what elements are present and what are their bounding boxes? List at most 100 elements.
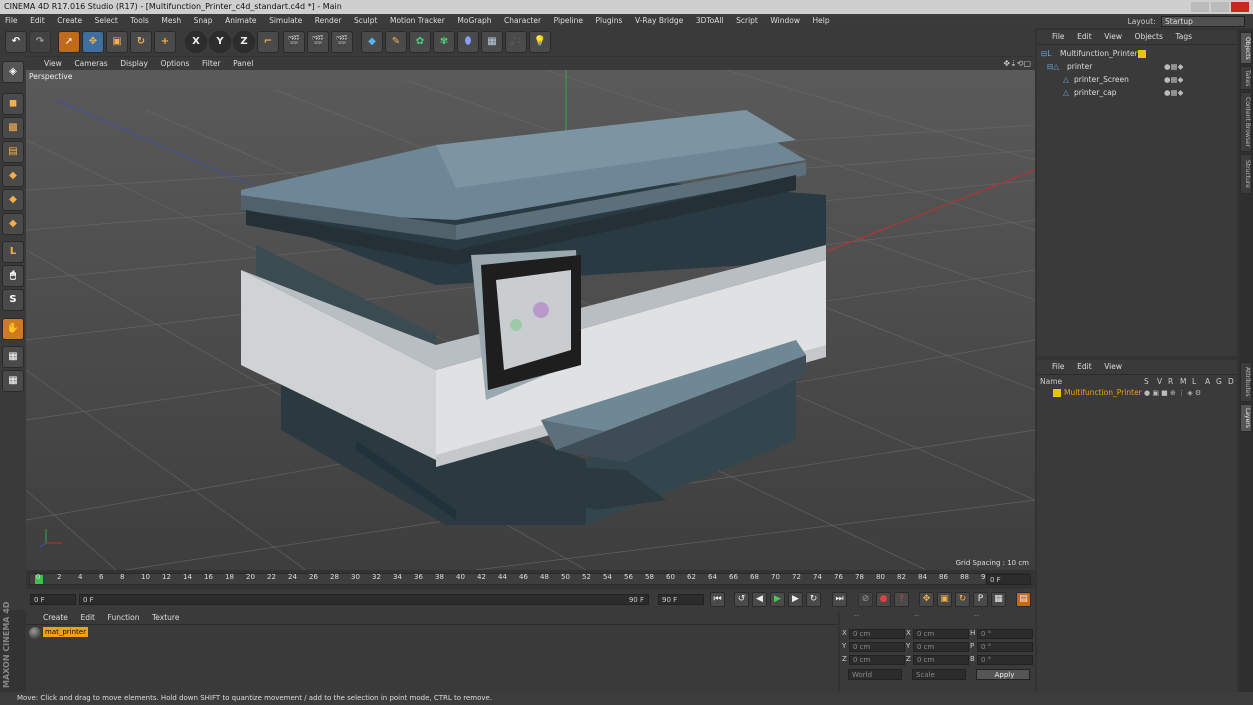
layer-menu-file[interactable]: File [1047,360,1070,374]
position-z-field[interactable]: 0 cm [849,655,905,665]
rotation-b-field[interactable]: 0 ° [977,655,1033,665]
key-rotation-icon[interactable]: ↻ [955,592,970,607]
scale-dropdown[interactable]: Scale [912,669,966,680]
layer-toggle-icons[interactable]: ● ▣ ■ ⊕ ⋮ ◈ ⚙ [1144,387,1201,399]
3d-viewport[interactable]: Perspective Grid Spacing : 10 cm [26,70,1035,570]
viewport-menu-filter[interactable]: Filter [197,57,226,70]
apply-button[interactable]: Apply [976,669,1030,680]
coordinate-system-icon[interactable]: ⌐ [257,31,279,53]
object-name[interactable]: printer_cap [1074,87,1117,99]
menu-animate[interactable]: Animate [220,14,261,28]
layer-menu-view[interactable]: View [1099,360,1127,374]
object-row-printer-cap[interactable]: △ printer_cap ●▦◆ [1037,87,1237,99]
menu-help[interactable]: Help [808,14,835,28]
live-selection-icon[interactable]: ➚ [58,31,80,53]
object-name[interactable]: Multifunction_Printer [1060,48,1138,60]
object-menu-file[interactable]: File [1047,30,1070,44]
layer-row[interactable]: Multifunction_Printer ● ▣ ■ ⊕ ⋮ ◈ ⚙ [1037,387,1237,399]
object-menu-tags[interactable]: Tags [1170,30,1197,44]
viewport-nav-icons[interactable]: ✥⇣⟲▢ [1003,57,1031,70]
size-x-field[interactable]: 0 cm [913,629,969,639]
next-keyframe-icon[interactable]: ↻ [806,592,821,607]
rotation-h-field[interactable]: 0 ° [977,629,1033,639]
key-position-icon[interactable]: ✥ [919,592,934,607]
edges-mode-icon[interactable]: ◆ [2,189,24,211]
position-y-field[interactable]: 0 cm [849,642,905,652]
render-settings-icon[interactable]: 🎬 [331,31,353,53]
viewport-menu-display[interactable]: Display [115,57,153,70]
next-frame-icon[interactable]: ▶ [788,592,803,607]
undo-icon[interactable]: ↶ [5,31,27,53]
menu-file[interactable]: File [0,14,23,28]
size-y-field[interactable]: 0 cm [913,642,969,652]
menu-vray-bridge[interactable]: V-Ray Bridge [630,14,688,28]
material-menu-function[interactable]: Function [103,610,145,625]
tab-content-browser[interactable]: Content Browser [1240,92,1252,152]
menu-select[interactable]: Select [90,14,123,28]
scale-tool-icon[interactable]: ▣ [106,31,128,53]
start-frame-field[interactable]: 0 F [30,594,76,605]
viewport-menu-options[interactable]: Options [155,57,194,70]
frame-range-slider[interactable]: 0 F 90 F [79,594,649,605]
menu-plugins[interactable]: Plugins [591,14,628,28]
make-editable-icon[interactable]: ◈ [2,61,24,83]
object-name[interactable]: printer [1067,61,1092,73]
material-menu-create[interactable]: Create [38,610,73,625]
menu-window[interactable]: Window [765,14,805,28]
object-row-printer-screen[interactable]: △ printer_Screen ●▦◆ [1037,74,1237,86]
menu-snap[interactable]: Snap [189,14,218,28]
layer-name[interactable]: Multifunction_Printer [1064,387,1142,399]
menu-character[interactable]: Character [499,14,546,28]
tab-objects[interactable]: Objects [1240,32,1252,64]
object-menu-edit[interactable]: Edit [1072,30,1097,44]
menu-create[interactable]: Create [52,14,87,28]
timeline[interactable]: 0 2 4 6 8 10 12 14 16 18 20 22 24 26 28 30 32 34 36 38 40 42 4… [26,570,1035,589]
camera-icon[interactable]: 🎥 [505,31,527,53]
rotate-tool-icon[interactable]: ↻ [130,31,152,53]
object-menu-view[interactable]: View [1099,30,1127,44]
tab-layers[interactable]: Layers [1240,404,1252,432]
menu-render[interactable]: Render [310,14,347,28]
menu-script[interactable]: Script [731,14,763,28]
auto-key-icon[interactable]: ● [876,592,891,607]
menu-mograph[interactable]: MoGraph [452,14,496,28]
end-frame-field[interactable]: 90 F [658,594,704,605]
z-axis-lock-button[interactable]: Z [233,31,255,53]
menu-edit[interactable]: Edit [25,14,50,28]
object-menu-objects[interactable]: Objects [1130,30,1168,44]
menu-pipeline[interactable]: Pipeline [549,14,588,28]
menu-simulate[interactable]: Simulate [264,14,307,28]
tweak-mode-icon[interactable]: 🖱 [2,265,24,287]
viewport-menu-cameras[interactable]: Cameras [69,57,112,70]
render-view-icon[interactable]: 🎬 [283,31,305,53]
layer-color-swatch[interactable] [1053,389,1061,397]
material-item[interactable]: mat_printer [28,626,88,641]
object-row-printer[interactable]: ⊟△ printer ●▦◆ [1037,61,1237,73]
previous-frame-icon[interactable]: ◀ [752,592,767,607]
layout-dropdown[interactable]: Startup [1161,16,1245,27]
workplane-mode-icon[interactable]: ▤ [2,141,24,163]
snap-icon[interactable]: S [2,289,24,311]
menu-3dtoall[interactable]: 3DToAll [691,14,729,28]
current-frame-field[interactable]: 0 F [986,574,1031,585]
axis-mode-icon[interactable]: L [2,241,24,263]
array-generator-icon[interactable]: ✾ [433,31,455,53]
x-axis-lock-button[interactable]: X [185,31,207,53]
play-icon[interactable]: ▶ [770,592,785,607]
deformer-icon[interactable]: ⬮ [457,31,479,53]
material-menu-edit[interactable]: Edit [75,610,100,625]
material-menu-texture[interactable]: Texture [147,610,184,625]
tab-structure[interactable]: Structure [1240,154,1252,194]
viewport-menu-view[interactable]: View [26,57,67,70]
minimize-window-button[interactable] [1191,2,1209,12]
size-z-field[interactable]: 0 cm [913,655,969,665]
create-tool-icon[interactable]: + [154,31,176,53]
previous-keyframe-icon[interactable]: ↺ [734,592,749,607]
close-window-button[interactable] [1231,2,1249,12]
rotation-p-field[interactable]: 0 ° [977,642,1033,652]
material-name[interactable]: mat_printer [43,627,88,637]
menu-sculpt[interactable]: Sculpt [349,14,382,28]
redo-icon[interactable]: ↷ [29,31,51,53]
y-axis-lock-button[interactable]: Y [209,31,231,53]
cube-primitive-icon[interactable]: ◆ [361,31,383,53]
